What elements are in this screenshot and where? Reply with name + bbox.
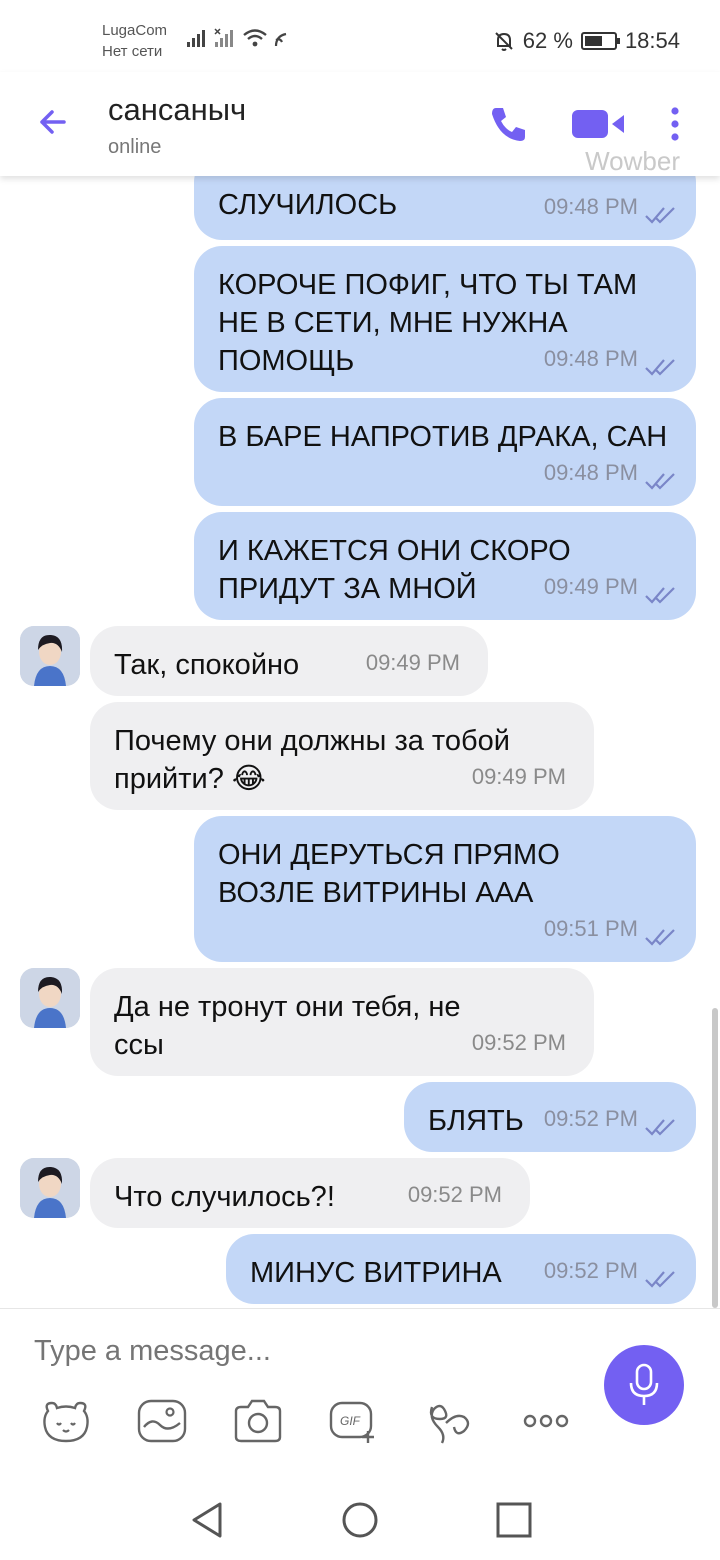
video-call-icon[interactable] bbox=[570, 108, 628, 140]
carrier-info: LugaCom Нет сети bbox=[102, 20, 167, 62]
avatar-image bbox=[20, 968, 80, 1028]
message-outgoing[interactable]: В БАРЕ НАПРОТИВ ДРАКА, САН 09:48 PM bbox=[194, 398, 696, 506]
voice-message-button[interactable] bbox=[604, 1345, 684, 1425]
gallery-icon[interactable] bbox=[136, 1397, 188, 1445]
message-list[interactable]: СЛУЧИЛОСЬ 09:48 PM КОРОЧЕ ПОФИГ, ЧТО ТЫ … bbox=[0, 176, 720, 1308]
camera-icon[interactable] bbox=[232, 1397, 284, 1445]
avatar-image bbox=[20, 626, 80, 686]
message-incoming[interactable]: Что случилось?! 09:52 PM bbox=[90, 1158, 530, 1228]
signal-icon bbox=[187, 30, 205, 47]
message-input[interactable] bbox=[34, 1331, 574, 1371]
read-ticks-icon bbox=[645, 929, 675, 946]
message-time: 09:52 PM bbox=[543, 1106, 638, 1131]
more-options-icon[interactable] bbox=[668, 106, 682, 142]
nav-recents-icon[interactable] bbox=[494, 1500, 534, 1540]
signal-icons bbox=[186, 28, 292, 48]
message-outgoing[interactable]: ОНИ ДЕРУТЬСЯ ПРЯМО ВОЗЛЕ ВИТРИНЫ ААА 09:… bbox=[194, 816, 696, 962]
scrollbar[interactable] bbox=[712, 1008, 718, 1308]
sticker-icon[interactable] bbox=[40, 1397, 92, 1445]
svg-text:GIF: GIF bbox=[340, 1414, 361, 1428]
mute-icon bbox=[495, 32, 513, 51]
read-ticks-icon bbox=[645, 587, 675, 604]
status-right: 62 % 18:54 bbox=[493, 28, 680, 54]
wifi-icon bbox=[243, 29, 267, 47]
nav-back-icon[interactable] bbox=[188, 1500, 228, 1540]
phone-icon[interactable] bbox=[486, 102, 530, 146]
more-attachments-icon[interactable] bbox=[520, 1397, 572, 1445]
signal-off-icon bbox=[214, 28, 233, 47]
message-outgoing[interactable]: СЛУЧИЛОСЬ 09:48 PM bbox=[194, 176, 696, 240]
message-time: 09:51 PM bbox=[543, 916, 638, 941]
message-time: 09:49 PM bbox=[471, 764, 566, 789]
doodle-icon[interactable] bbox=[424, 1397, 476, 1445]
message-outgoing[interactable]: И КАЖЕТСЯ ОНИ СКОРО ПРИДУТ ЗА МНОЙ 09:49… bbox=[194, 512, 696, 620]
message-incoming[interactable]: Да не тронут они тебя, не ссы 09:52 PM bbox=[90, 968, 594, 1076]
message-composer: GIF bbox=[0, 1308, 720, 1484]
read-ticks-icon bbox=[645, 1119, 675, 1136]
avatar-image bbox=[20, 1158, 80, 1218]
chat-header: сансаныч online Wowber bbox=[0, 72, 720, 176]
nav-home-icon[interactable] bbox=[340, 1500, 380, 1540]
message-text: Да не тронут они тебя, не ссы bbox=[114, 991, 461, 1061]
contact-name[interactable]: сансаныч bbox=[108, 92, 246, 128]
battery-icon bbox=[580, 32, 620, 50]
message-time: 09:52 PM bbox=[471, 1030, 566, 1055]
read-ticks-icon bbox=[645, 1271, 675, 1288]
carrier-name: LugaCom bbox=[102, 22, 168, 39]
contact-avatar[interactable] bbox=[20, 968, 80, 1028]
contact-avatar[interactable] bbox=[20, 1158, 80, 1218]
message-time: 09:48 PM bbox=[543, 346, 638, 371]
message-time: 09:48 PM bbox=[543, 460, 638, 485]
read-ticks-icon bbox=[645, 473, 675, 490]
gif-icon[interactable]: GIF bbox=[328, 1397, 380, 1445]
composer-toolbar: GIF bbox=[40, 1397, 580, 1447]
contact-status: online bbox=[108, 136, 162, 158]
contact-avatar[interactable] bbox=[20, 626, 80, 686]
message-time: 09:49 PM bbox=[365, 650, 460, 675]
message-time: 09:52 PM bbox=[407, 1182, 502, 1207]
message-text: ОНИ ДЕРУТЬСЯ ПРЯМО ВОЗЛЕ ВИТРИНЫ ААА bbox=[218, 839, 560, 909]
message-time: 09:52 PM bbox=[543, 1258, 638, 1283]
message-text: В БАРЕ НАПРОТИВ ДРАКА, САН bbox=[218, 421, 668, 453]
data-icon bbox=[274, 32, 287, 47]
network-status: Нет сети bbox=[102, 43, 163, 60]
message-outgoing[interactable]: КОРОЧЕ ПОФИГ, ЧТО ТЫ ТАМ НЕ В СЕТИ, МНЕ … bbox=[194, 246, 696, 392]
read-ticks-icon bbox=[645, 359, 675, 376]
read-ticks-icon bbox=[645, 207, 675, 224]
watermark: Wowber bbox=[585, 146, 680, 176]
system-nav-bar bbox=[0, 1484, 720, 1560]
microphone-icon bbox=[629, 1363, 659, 1405]
clock: 18:54 bbox=[624, 28, 680, 53]
back-arrow-icon[interactable] bbox=[34, 102, 74, 142]
message-time: 09:49 PM bbox=[543, 574, 638, 599]
status-bar: LugaCom Нет сети 62 % 18:54 bbox=[0, 0, 720, 72]
message-incoming[interactable]: Так, спокойно 09:49 PM bbox=[90, 626, 488, 696]
message-outgoing[interactable]: МИНУС ВИТРИНА 09:52 PM bbox=[226, 1234, 696, 1304]
message-outgoing[interactable]: БЛЯТЬ 09:52 PM bbox=[404, 1082, 696, 1152]
message-time: 09:48 PM bbox=[543, 194, 638, 219]
message-incoming[interactable]: Почему они должны за тобой прийти? 😂 09:… bbox=[90, 702, 594, 810]
battery-percent: 62 % bbox=[522, 28, 573, 53]
